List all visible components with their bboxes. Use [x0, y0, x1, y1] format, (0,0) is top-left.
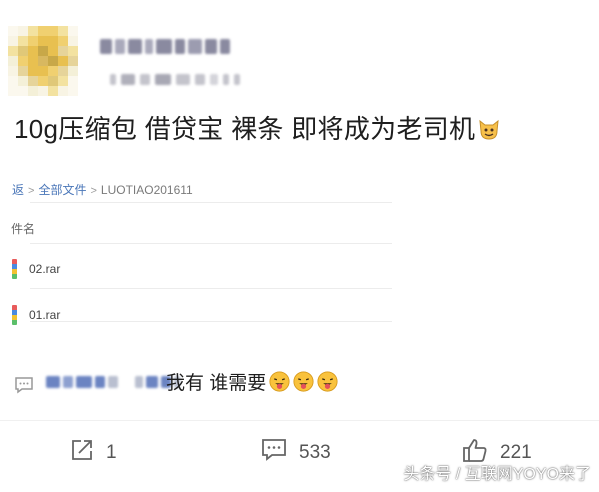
share-button[interactable]: 1 [70, 438, 117, 468]
breadcrumb: 返 > 全部文件 > LUOTIAO201611 [12, 181, 193, 198]
avatar-pixel [8, 86, 18, 96]
avatar-pixel [68, 36, 78, 46]
comment-bubble-icon [14, 376, 34, 399]
comment-count: 533 [299, 442, 331, 463]
post-text-content: 10g压缩包 借贷宝 裸条 即将成为老司机 [14, 114, 476, 144]
tongue-out-emoji [317, 371, 338, 392]
avatar-pixel [18, 56, 28, 66]
commenter-name-blurred[interactable] [46, 376, 180, 388]
avatar-pixel [8, 56, 18, 66]
avatar-pixel [48, 76, 58, 86]
divider [0, 420, 599, 421]
tongue-out-emoji [293, 371, 314, 392]
avatar-pixel [48, 46, 58, 56]
file-row[interactable]: 02.rar [12, 258, 60, 280]
avatar-pixel [18, 86, 28, 96]
avatar-pixel [68, 26, 78, 36]
watermark: 头条号 / 互联网YOYO来了 [403, 466, 591, 483]
avatar-pixel [28, 56, 38, 66]
avatar-pixel [38, 46, 48, 56]
file-name[interactable]: 01.rar [29, 308, 60, 322]
avatar-pixel [38, 86, 48, 96]
avatar-pixel [48, 56, 58, 66]
avatar-pixel [38, 76, 48, 86]
avatar-pixel [58, 66, 68, 76]
user-name-blurred[interactable] [100, 36, 246, 56]
comment-content: 我有 谁需要 [166, 373, 267, 394]
rar-file-icon [12, 259, 17, 279]
avatar-pixel [38, 66, 48, 76]
avatar-pixel [28, 36, 38, 46]
avatar-pixel [48, 66, 58, 76]
avatar-pixel [18, 76, 28, 86]
share-icon [70, 438, 94, 468]
avatar-pixel [8, 26, 18, 36]
breadcrumb-root-link[interactable]: 全部文件 [38, 183, 86, 197]
comment-text: 我有 谁需要 [166, 371, 338, 397]
rar-file-icon [12, 305, 17, 325]
grinning-cat-emoji [477, 117, 501, 141]
breadcrumb-current: LUOTIAO201611 [100, 183, 193, 197]
comment-icon [261, 438, 287, 468]
avatar-pixel [58, 46, 68, 56]
avatar-pixel [38, 36, 48, 46]
column-header-filename[interactable]: 件名 [11, 220, 35, 237]
share-count: 1 [106, 442, 117, 463]
file-row[interactable]: 01.rar [12, 304, 60, 326]
avatar-pixel [58, 56, 68, 66]
post-time-blurred [110, 72, 300, 86]
avatar-pixel [68, 46, 78, 56]
avatar-pixel [8, 66, 18, 76]
avatar-pixel [28, 76, 38, 86]
avatar-pixel [18, 66, 28, 76]
avatar-pixel [58, 86, 68, 96]
avatar-pixel [28, 66, 38, 76]
post-text: 10g压缩包 借贷宝 裸条 即将成为老司机 [14, 112, 501, 146]
avatar-pixel [68, 86, 78, 96]
avatar-pixel [68, 56, 78, 66]
avatar-pixel [18, 26, 28, 36]
breadcrumb-separator: > [28, 185, 35, 197]
avatar-pixel [38, 26, 48, 36]
breadcrumb-separator: > [90, 185, 97, 197]
avatar-pixel [58, 26, 68, 36]
avatar-pixel [8, 46, 18, 56]
avatar-pixel [8, 36, 18, 46]
avatar-pixel [68, 76, 78, 86]
avatar-pixel [58, 36, 68, 46]
avatar-pixel [28, 86, 38, 96]
tongue-out-emoji [269, 371, 290, 392]
avatar-pixel [38, 56, 48, 66]
avatar-pixel [48, 36, 58, 46]
avatar-pixel [18, 36, 28, 46]
avatar-pixel [48, 86, 58, 96]
avatar-pixel [58, 76, 68, 86]
avatar[interactable] [8, 26, 78, 96]
comment-button[interactable]: 533 [261, 438, 331, 468]
avatar-pixel [8, 76, 18, 86]
file-name[interactable]: 02.rar [29, 262, 60, 276]
avatar-pixel [48, 26, 58, 36]
avatar-pixel [18, 46, 28, 56]
avatar-pixel [28, 46, 38, 56]
breadcrumb-back-link[interactable]: 返 [12, 183, 24, 197]
avatar-pixel [68, 66, 78, 76]
avatar-pixel [28, 26, 38, 36]
